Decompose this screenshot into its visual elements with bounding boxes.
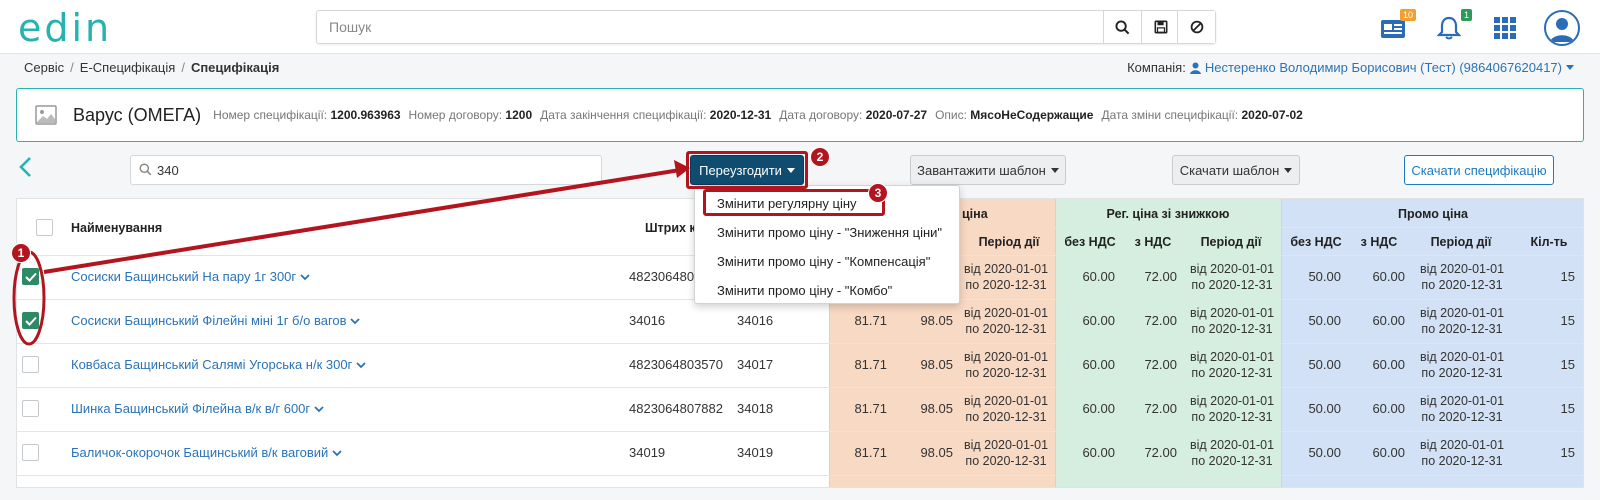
annotation-box-menu-item (703, 189, 885, 216)
annotation-marker-2: 2 (810, 147, 830, 167)
annotation-marker-3: 3 (868, 183, 888, 203)
annotation-box-reconcile (686, 151, 808, 189)
annotation-marker-1: 1 (11, 243, 31, 263)
annotation-ellipse (12, 250, 46, 346)
annotation-arrow-line (43, 168, 681, 274)
annotation-arrow-layer (12, 160, 690, 346)
